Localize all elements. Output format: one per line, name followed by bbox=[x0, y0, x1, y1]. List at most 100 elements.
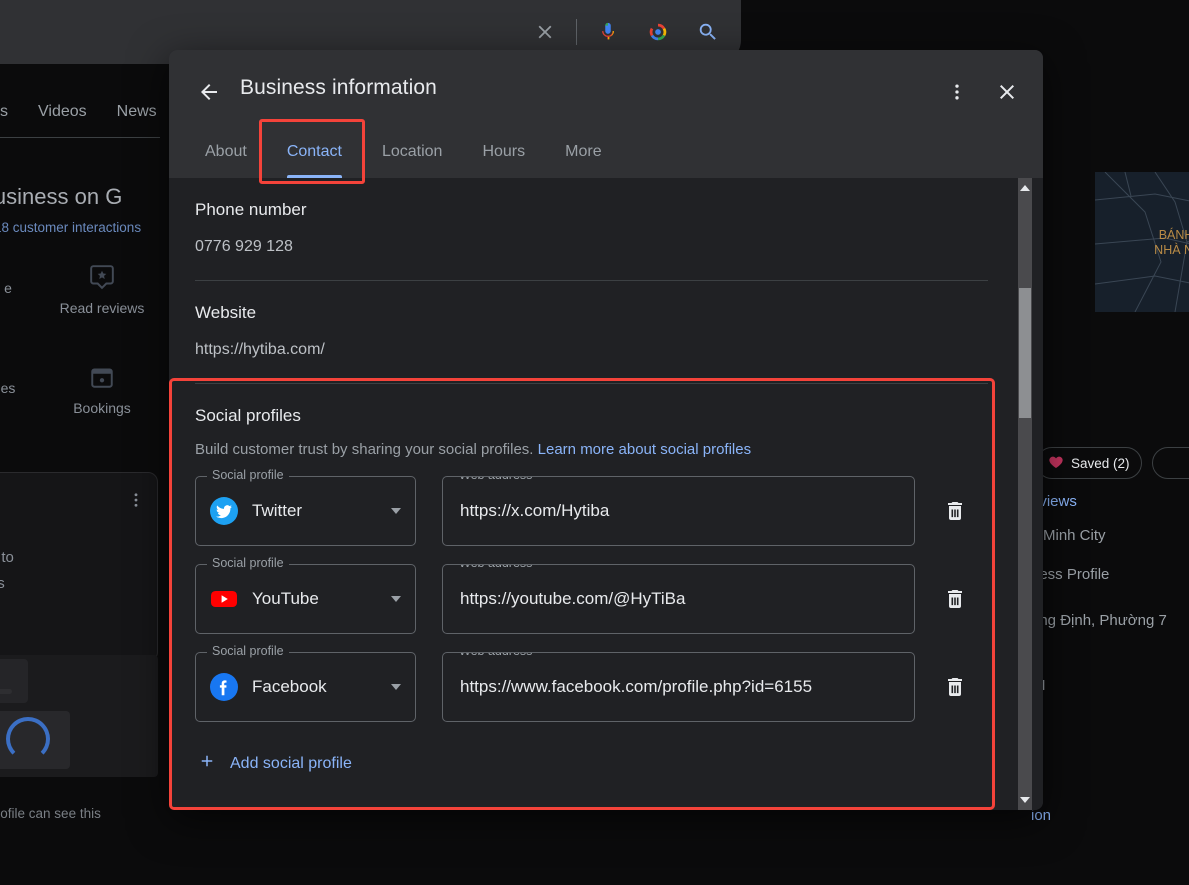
dialog-body: Phone number 0776 929 128 Website https:… bbox=[169, 178, 1043, 810]
social-profile-row: Social profile Facebook Web address https:/… bbox=[195, 644, 988, 722]
page-title: Business information bbox=[240, 76, 437, 99]
scroll-down-arrow-icon[interactable] bbox=[1018, 792, 1032, 808]
background-pill-stub[interactable] bbox=[1152, 447, 1189, 479]
social-profile-value: Facebook bbox=[252, 677, 327, 696]
chevron-down-icon[interactable] bbox=[391, 684, 401, 690]
background-divider bbox=[0, 137, 160, 138]
microphone-icon[interactable] bbox=[585, 9, 631, 55]
dialog-content: Phone number 0776 929 128 Website https:… bbox=[169, 178, 1014, 803]
social-profile-legend: Social profile bbox=[207, 556, 289, 570]
tab-contact[interactable]: Contact bbox=[267, 126, 362, 178]
chevron-down-icon[interactable] bbox=[391, 596, 401, 602]
twitter-icon bbox=[210, 497, 238, 525]
saved-button[interactable]: Saved (2) bbox=[1036, 447, 1142, 479]
social-profiles-description-text: Build customer trust by sharing your soc… bbox=[195, 441, 534, 458]
background-footnote: s of this profile can see this bbox=[0, 806, 101, 821]
background-action-read-reviews[interactable]: Read reviews bbox=[42, 264, 162, 316]
social-profile-select-youtube[interactable]: Social profile YouTube bbox=[195, 556, 416, 634]
social-profile-row: Social profile Twitter Web address https://… bbox=[195, 468, 988, 546]
social-profile-legend: Social profile bbox=[207, 644, 289, 658]
background-right-line: Minh City bbox=[1043, 527, 1106, 544]
mock-progress-ring bbox=[6, 717, 50, 761]
bg-nav-item-1[interactable]: Videos bbox=[38, 103, 87, 121]
search-divider bbox=[576, 19, 577, 45]
social-profile-rows: Social profile Twitter Web address https://… bbox=[195, 468, 988, 722]
dialog-scrollbar[interactable] bbox=[1018, 178, 1032, 810]
calendar-icon bbox=[89, 364, 115, 390]
search-icon[interactable] bbox=[685, 9, 731, 55]
tab-location[interactable]: Location bbox=[362, 126, 463, 178]
background-ad-mockup: Google bbox=[0, 655, 158, 777]
phone-number-label: Phone number bbox=[195, 200, 307, 219]
social-profile-select-facebook[interactable]: Social profile Facebook bbox=[195, 644, 416, 722]
tab-more[interactable]: More bbox=[545, 126, 621, 178]
dialog-header-actions bbox=[937, 72, 1027, 112]
background-action-bookings[interactable]: Bookings bbox=[42, 364, 162, 416]
scroll-up-arrow-icon[interactable] bbox=[1018, 180, 1032, 196]
web-address-value: https://www.facebook.com/profile.php?id=… bbox=[460, 677, 813, 696]
business-information-dialog: Business information About Contact Locatio… bbox=[169, 50, 1043, 810]
web-address-legend: Web address bbox=[454, 477, 538, 482]
more-vertical-icon[interactable] bbox=[127, 491, 145, 514]
website-field[interactable]: Website https://hytiba.com/ bbox=[169, 281, 1014, 359]
close-icon[interactable] bbox=[987, 72, 1027, 112]
phone-number-field[interactable]: Phone number 0776 929 128 bbox=[169, 178, 1014, 256]
tab-hours[interactable]: Hours bbox=[462, 126, 545, 178]
social-profile-legend: Social profile bbox=[207, 468, 289, 482]
more-vertical-icon[interactable] bbox=[937, 72, 977, 112]
facebook-icon bbox=[210, 673, 238, 701]
map-label-line2: NHÀ NẤM bbox=[1154, 243, 1189, 257]
web-address-legend: Web address bbox=[454, 653, 538, 658]
web-address-input-youtube[interactable]: Web address https://youtube.com/@HyTiBa bbox=[442, 564, 915, 634]
saved-button-label: Saved (2) bbox=[1071, 455, 1130, 471]
trash-icon[interactable] bbox=[931, 663, 979, 711]
web-address-input-facebook[interactable]: Web address https://www.facebook.com/prof… bbox=[442, 652, 915, 722]
social-profiles-title: Social profiles bbox=[195, 406, 301, 425]
close-icon[interactable] bbox=[522, 9, 568, 55]
trash-icon[interactable] bbox=[931, 487, 979, 535]
web-address-value: https://youtube.com/@HyTiBa bbox=[460, 589, 686, 608]
chevron-down-icon[interactable] bbox=[391, 508, 401, 514]
social-profiles-section: Social profiles Build customer trust by … bbox=[169, 384, 1014, 803]
bg-nav-item-0[interactable]: s bbox=[0, 103, 8, 121]
screen: s Videos News ur business on G 18 custom… bbox=[0, 0, 1189, 885]
background-map[interactable]: BÁNH M NHÀ NẤM bbox=[1095, 172, 1189, 312]
web-address-input-twitter[interactable]: Web address https://x.com/Hytiba bbox=[442, 476, 915, 546]
social-profile-value: Twitter bbox=[252, 501, 303, 520]
phone-number-value: 0776 929 128 bbox=[195, 238, 293, 255]
map-label: BÁNH M NHÀ NẤM bbox=[1103, 228, 1189, 258]
social-profile-select-twitter[interactable]: Social profile Twitter bbox=[195, 468, 416, 546]
mock-chip bbox=[0, 659, 28, 703]
ad-card-body-line2: e customers bbox=[0, 575, 5, 592]
website-value: https://hytiba.com/ bbox=[195, 341, 325, 358]
dialog-tabs: About Contact Location Hours More bbox=[185, 126, 622, 178]
google-lens-icon[interactable] bbox=[635, 9, 681, 55]
trash-icon[interactable] bbox=[931, 575, 979, 623]
bg-action-1-label: Read reviews bbox=[59, 300, 145, 316]
bg-action-3-label: Bookings bbox=[73, 400, 131, 416]
web-address-value: https://x.com/Hytiba bbox=[460, 501, 610, 520]
plus-icon bbox=[198, 752, 216, 775]
mock-line bbox=[0, 689, 12, 694]
review-star-icon bbox=[89, 264, 115, 290]
bg-action-0-label: e bbox=[4, 280, 12, 296]
background-right-line: ang Định, Phường 7 bbox=[1031, 612, 1167, 629]
dialog-header: Business information About Contact Locatio… bbox=[169, 50, 1043, 178]
social-profile-value: YouTube bbox=[252, 589, 319, 608]
social-profiles-description: Build customer trust by sharing your soc… bbox=[195, 441, 988, 458]
website-label: Website bbox=[195, 303, 257, 322]
tab-about[interactable]: About bbox=[185, 126, 267, 178]
add-social-profile-button[interactable]: Add social profile bbox=[195, 752, 352, 775]
youtube-icon bbox=[210, 585, 238, 613]
heart-icon bbox=[1048, 454, 1064, 473]
bg-nav-item-2[interactable]: News bbox=[117, 103, 157, 121]
web-address-legend: Web address bbox=[454, 565, 538, 570]
back-arrow-icon[interactable] bbox=[189, 72, 229, 112]
background-ad-card[interactable]: ur ad more steps to e customers bbox=[0, 472, 158, 662]
scrollbar-thumb[interactable] bbox=[1019, 288, 1031, 418]
scrollbar-track[interactable] bbox=[1018, 178, 1032, 810]
ad-card-body: more steps to e customers bbox=[0, 545, 14, 597]
add-social-profile-label: Add social profile bbox=[230, 754, 352, 772]
social-profile-row: Social profile YouTube Web address https://… bbox=[195, 556, 988, 634]
learn-more-link[interactable]: Learn more about social profiles bbox=[538, 441, 751, 458]
